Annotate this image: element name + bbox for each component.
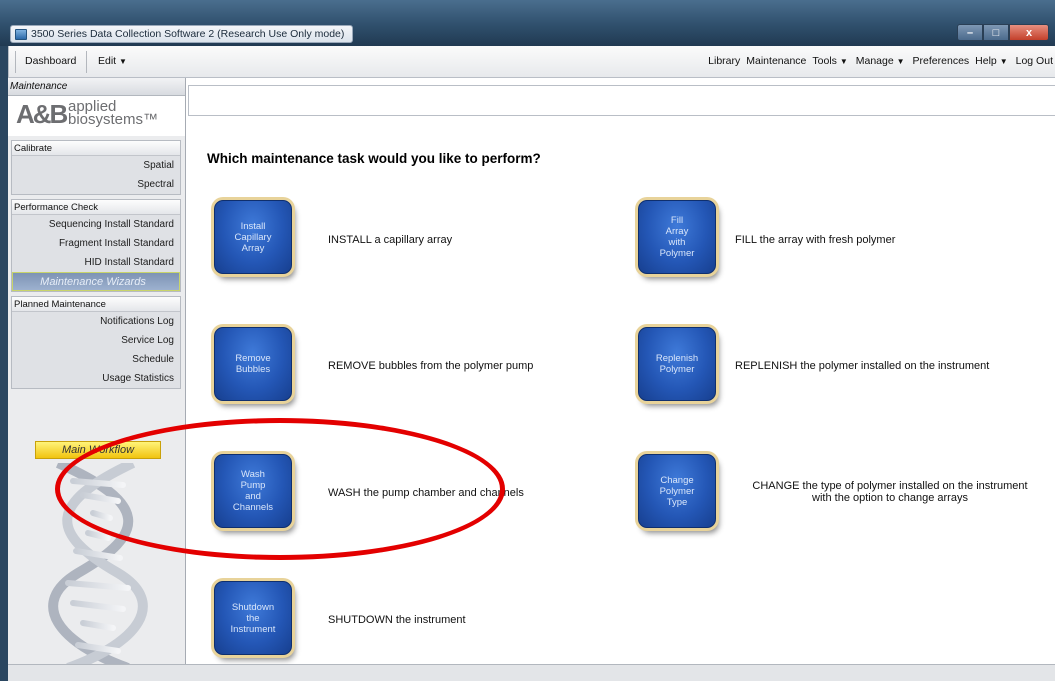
window-title: 3500 Series Data Collection Software 2 (…	[10, 25, 354, 43]
shutdown-instrument-button[interactable]: Shutdown the Instrument	[214, 581, 292, 655]
chevron-down-icon: ▼	[839, 57, 848, 66]
change-polymer-type-button[interactable]: Change Polymer Type	[638, 454, 716, 528]
nav-header: Maintenance	[8, 78, 185, 96]
logo-text: applied biosystems™	[68, 99, 159, 128]
menu-maintenance[interactable]: Maintenance	[746, 55, 806, 67]
nav-item-sequencing-install-standard[interactable]: Sequencing Install Standard	[12, 215, 180, 234]
left-nav-panel: Maintenance A&B applied biosystems™ Cali…	[8, 78, 186, 671]
window-controls: – □ x	[957, 24, 1049, 41]
nav-item-schedule[interactable]: Schedule	[12, 350, 180, 369]
chevron-down-icon: ▼	[896, 57, 905, 66]
menu-preferences[interactable]: Preferences	[913, 55, 970, 67]
menu-dashboard[interactable]: Dashboard	[25, 55, 76, 67]
menu-separator	[86, 51, 87, 73]
calibrate-section: Calibrate Spatial Spectral	[11, 140, 181, 195]
main-content: Which maintenance task would you like to…	[188, 117, 1055, 664]
change-polymer-type-description: CHANGE the type of polymer installed on …	[735, 480, 1045, 504]
remove-bubbles-button[interactable]: Remove Bubbles	[214, 327, 292, 401]
main-toolbar-area	[188, 85, 1055, 116]
menu-manage[interactable]: Manage ▼	[856, 55, 907, 67]
nav-item-spatial[interactable]: Spatial	[12, 156, 180, 175]
chevron-down-icon: ▼	[119, 57, 127, 66]
nav-item-usage-statistics[interactable]: Usage Statistics	[12, 369, 180, 388]
change-polymer-type-description-line2: with the option to change arrays	[812, 492, 968, 504]
menu-tools-label: Tools	[812, 55, 837, 67]
shutdown-description: SHUTDOWN the instrument	[328, 614, 466, 626]
menu-manage-label: Manage	[855, 55, 894, 67]
remove-bubbles-description: REMOVE bubbles from the polymer pump	[328, 360, 534, 372]
calibrate-section-title: Calibrate	[12, 141, 180, 156]
fill-array-description: FILL the array with fresh polymer	[735, 234, 896, 246]
menu-help-label: Help	[975, 55, 997, 67]
window-frame-left	[0, 46, 8, 681]
menu-edit[interactable]: Edit ▼	[98, 55, 129, 67]
wash-pump-description: WASH the pump chamber and channels	[328, 487, 524, 499]
replenish-polymer-button[interactable]: Replenish Polymer	[638, 327, 716, 401]
menu-tools[interactable]: Tools ▼	[812, 55, 849, 67]
logo-line2: biosystems™	[68, 111, 159, 128]
wash-pump-and-channels-button[interactable]: Wash Pump and Channels	[214, 454, 292, 528]
menu-separator	[15, 51, 16, 73]
menu-bar: Dashboard Edit ▼ Library Maintenance Too…	[8, 46, 1055, 78]
nav-item-spectral[interactable]: Spectral	[12, 175, 180, 194]
logo-mark: A&B	[16, 99, 68, 129]
maximize-button[interactable]: □	[983, 24, 1009, 41]
status-bar	[8, 664, 1055, 681]
chevron-down-icon: ▼	[999, 57, 1008, 66]
fill-array-with-polymer-button[interactable]: Fill Array with Polymer	[638, 200, 716, 274]
title-bar: 3500 Series Data Collection Software 2 (…	[0, 0, 1055, 46]
page-title: Which maintenance task would you like to…	[207, 151, 541, 166]
menu-library[interactable]: Library	[708, 55, 740, 67]
dna-helix-illustration	[48, 463, 148, 668]
menu-right-group: Library Maintenance Tools ▼ Manage ▼ Pre…	[708, 55, 1053, 67]
change-polymer-type-description-line1: CHANGE the type of polymer installed on …	[752, 480, 1028, 492]
main-workflow-button[interactable]: Main Workflow	[35, 441, 161, 459]
nav-item-fragment-install-standard[interactable]: Fragment Install Standard	[12, 234, 180, 253]
planned-maintenance-section-title: Planned Maintenance	[12, 297, 180, 312]
nav-item-service-log[interactable]: Service Log	[12, 331, 180, 350]
performance-check-section: Performance Check Sequencing Install Sta…	[11, 199, 181, 292]
minimize-button[interactable]: –	[957, 24, 983, 41]
planned-maintenance-section: Planned Maintenance Notifications Log Se…	[11, 296, 181, 389]
nav-item-notifications-log[interactable]: Notifications Log	[12, 312, 180, 331]
install-capillary-array-description: INSTALL a capillary array	[328, 234, 453, 246]
nav-item-hid-install-standard[interactable]: HID Install Standard	[12, 253, 180, 272]
app-icon	[15, 28, 27, 40]
replenish-polymer-description: REPLENISH the polymer installed on the i…	[735, 360, 990, 372]
nav-item-maintenance-wizards[interactable]: Maintenance Wizards	[12, 272, 180, 291]
install-capillary-array-button[interactable]: Install Capillary Array	[214, 200, 292, 274]
applied-biosystems-logo: A&B applied biosystems™	[8, 96, 185, 136]
menu-logout[interactable]: Log Out	[1016, 55, 1053, 67]
window-title-text: 3500 Series Data Collection Software 2 (…	[31, 28, 345, 40]
menu-help[interactable]: Help ▼	[975, 55, 1009, 67]
close-button[interactable]: x	[1009, 24, 1049, 41]
menu-edit-label: Edit	[98, 55, 117, 67]
performance-check-section-title: Performance Check	[12, 200, 180, 215]
